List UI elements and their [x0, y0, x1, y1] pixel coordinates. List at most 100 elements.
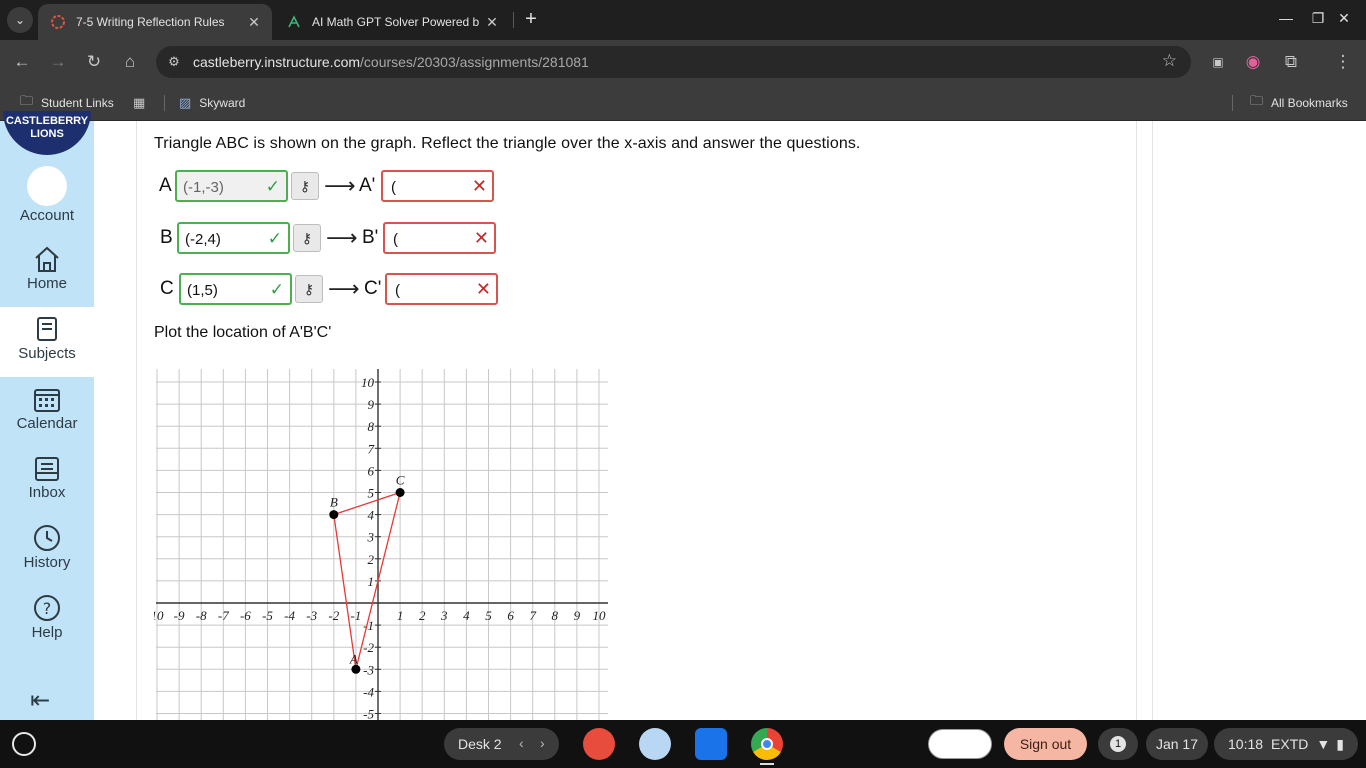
- nav-subjects[interactable]: Subjects: [0, 307, 94, 377]
- content-divider: [1136, 121, 1137, 720]
- check-icon: ✓: [267, 229, 282, 248]
- close-icon[interactable]: ✕: [484, 14, 500, 31]
- school-logo[interactable]: CASTLEBERRY LIONS: [3, 111, 91, 155]
- x-tick-label: 10: [154, 608, 164, 623]
- forward-icon[interactable]: →: [46, 50, 70, 74]
- nav-inbox[interactable]: Inbox: [0, 446, 94, 512]
- answer-input-c[interactable]: (1,5) ✓: [179, 273, 292, 305]
- y-tick-label: 2: [368, 552, 375, 567]
- nav-home[interactable]: Home: [0, 237, 94, 303]
- key-button[interactable]: ⚷: [291, 172, 319, 200]
- x-tick-label: -9: [174, 608, 185, 623]
- arrow-icon: ⟶: [326, 225, 358, 250]
- chrome-icon[interactable]: [751, 728, 783, 760]
- x-tick-label: -3: [306, 608, 317, 623]
- x-tick-label: 7: [529, 608, 536, 623]
- collapse-nav-icon[interactable]: ⇤: [30, 689, 64, 713]
- plus-icon: +: [525, 8, 537, 30]
- answer-input-b[interactable]: (-2,4) ✓: [177, 222, 290, 254]
- bookmark-skyward[interactable]: ▨ Skyward: [179, 93, 245, 113]
- y-tick-label: 8: [368, 419, 375, 434]
- answer-input-a[interactable]: (-1,-3) ✓: [175, 170, 288, 202]
- key-button[interactable]: ⚷: [293, 224, 321, 252]
- status-tray[interactable]: 10:18 EXTD ▼ ▮: [1214, 728, 1358, 760]
- screencast-extension-icon[interactable]: ◉: [1241, 50, 1265, 74]
- url-text[interactable]: castleberry.instructure.com/courses/2030…: [193, 54, 589, 70]
- bookmark-divider: [1232, 95, 1233, 111]
- key-icon: ⚷: [303, 281, 315, 297]
- question-prompt: Triangle ABC is shown on the graph. Refl…: [154, 135, 861, 152]
- key-button[interactable]: ⚷: [295, 275, 323, 303]
- home-browser-icon[interactable]: ⌂: [118, 50, 142, 74]
- notification-badge[interactable]: 1: [1098, 728, 1138, 760]
- chevron-right-icon[interactable]: ›: [540, 735, 545, 751]
- x-tick-label: 3: [440, 608, 448, 623]
- close-icon[interactable]: ✕: [246, 14, 262, 31]
- x-tick-label: 9: [574, 608, 581, 623]
- tray-toggle[interactable]: [928, 729, 992, 759]
- extension-icon[interactable]: ▣: [1206, 50, 1230, 74]
- point-label-c: C: [396, 473, 405, 488]
- sign-out-button[interactable]: Sign out: [1004, 728, 1087, 760]
- point-label: B: [160, 227, 173, 248]
- tab-divider: [513, 12, 514, 28]
- x-tick-label: -1: [350, 608, 361, 623]
- new-tab-button[interactable]: +: [520, 9, 542, 31]
- nav-account[interactable]: Account: [0, 207, 94, 233]
- date-tray[interactable]: Jan 17: [1146, 728, 1208, 760]
- point-c: [395, 488, 405, 497]
- point-label-b: B: [330, 495, 338, 510]
- extensions-puzzle-icon[interactable]: ⧉: [1279, 50, 1303, 74]
- y-tick-label: 4: [368, 508, 375, 523]
- coordinate-grid[interactable]: 10-9-8-7-6-5-4-3-2-112345678910109876543…: [154, 364, 614, 724]
- launcher-icon[interactable]: [12, 732, 36, 756]
- address-bar[interactable]: ⚙ castleberry.instructure.com/courses/20…: [156, 46, 1191, 78]
- site-info-icon[interactable]: ⚙: [164, 52, 184, 72]
- image-point-label: A': [359, 175, 376, 196]
- y-tick-label: 3: [367, 530, 375, 545]
- y-tick-label: -3: [363, 662, 374, 677]
- y-tick-label: -4: [363, 684, 374, 699]
- x-tick-label: -8: [196, 608, 207, 623]
- nav-help[interactable]: ? Help: [0, 586, 94, 652]
- tab-search-button[interactable]: ⌄: [7, 7, 33, 33]
- bookmark-student-links[interactable]: 🗀 Student Links: [20, 93, 114, 113]
- nav-history[interactable]: History: [0, 516, 94, 582]
- plot-prompt: Plot the location of A'B'C': [154, 324, 332, 341]
- tab-inactive[interactable]: AI Math GPT Solver Powered b ✕: [274, 4, 510, 40]
- image-input-a[interactable]: (✕: [381, 170, 494, 202]
- chevron-left-icon[interactable]: ‹: [519, 735, 524, 751]
- minimize-icon[interactable]: —: [1276, 10, 1296, 26]
- close-window-icon[interactable]: ✕: [1334, 10, 1354, 27]
- desk-switcher[interactable]: Desk 2 ‹ ›: [444, 728, 559, 760]
- y-tick-label: 10: [361, 375, 375, 390]
- assignment-content: Triangle ABC is shown on the graph. Refl…: [94, 121, 1366, 722]
- tab-active[interactable]: 7-5 Writing Reflection Rules ✕: [38, 4, 272, 40]
- check-icon: ✓: [269, 280, 284, 299]
- back-icon[interactable]: ←: [10, 50, 34, 74]
- bookmark-star-icon[interactable]: ☆: [1162, 51, 1177, 71]
- nav-calendar[interactable]: Calendar: [0, 377, 94, 443]
- image-point-label: C': [364, 278, 382, 299]
- point-b: [329, 510, 339, 520]
- avatar[interactable]: [27, 166, 67, 206]
- x-tick-label: 5: [485, 608, 492, 623]
- restore-icon[interactable]: ❐: [1308, 10, 1328, 27]
- app-icon[interactable]: [639, 728, 671, 760]
- paint-app-icon[interactable]: [583, 728, 615, 760]
- menu-dots-icon[interactable]: ⋮: [1331, 50, 1355, 74]
- reload-icon[interactable]: ↻: [82, 50, 106, 74]
- browser-toolbar: ← → ↻ ⌂ ⚙ castleberry.instructure.com/co…: [0, 40, 1366, 85]
- x-tick-label: 6: [507, 608, 514, 623]
- image-input-c[interactable]: (✕: [385, 273, 498, 305]
- apps-grid-icon[interactable]: ▦: [133, 93, 153, 113]
- active-app-indicator: [760, 763, 774, 765]
- y-tick-label: 7: [368, 441, 375, 456]
- all-bookmarks[interactable]: 🗀 All Bookmarks: [1250, 93, 1348, 113]
- y-tick-label: 6: [368, 463, 375, 478]
- image-input-b[interactable]: (✕: [383, 222, 496, 254]
- x-tick-label: -5: [262, 608, 273, 623]
- camera-app-icon[interactable]: [695, 728, 727, 760]
- wifi-icon: ▼: [1316, 736, 1331, 752]
- battery-icon: ▮: [1336, 735, 1344, 752]
